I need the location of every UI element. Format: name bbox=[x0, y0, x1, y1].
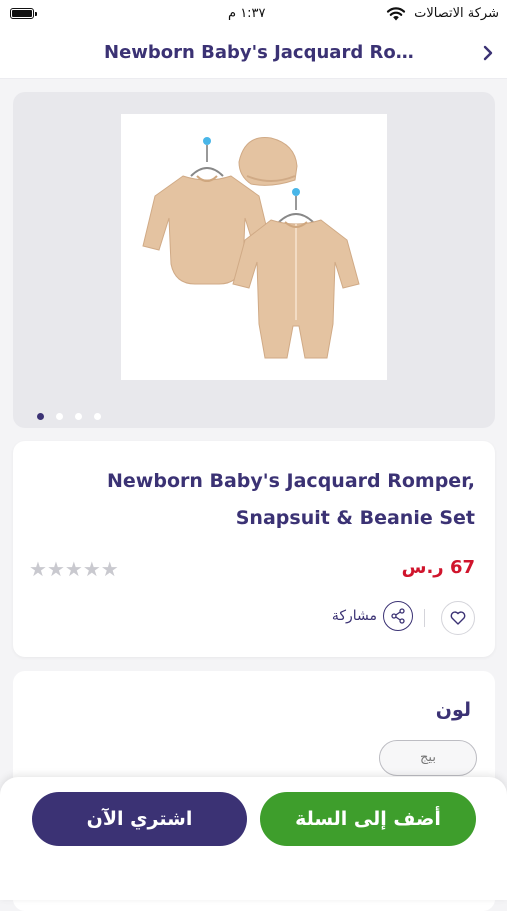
add-to-cart-button[interactable]: أضف إلى السلة bbox=[260, 792, 476, 846]
pagination-dot[interactable] bbox=[94, 413, 101, 420]
share-label: مشاركة bbox=[331, 608, 377, 624]
chevron-right-icon[interactable] bbox=[481, 44, 495, 62]
share-icon bbox=[391, 608, 405, 624]
product-title-line: Snapsuit & Beanie Set bbox=[235, 507, 475, 529]
pagination-dot[interactable] bbox=[37, 413, 44, 420]
heart-icon bbox=[450, 611, 466, 625]
star-icon: ★ bbox=[100, 557, 119, 581]
star-icon: ★ bbox=[29, 557, 47, 581]
product-title: Newborn Baby's Jacquard Romper, Snapsuit… bbox=[55, 463, 475, 537]
star-icon: ★ bbox=[46, 557, 65, 581]
status-bar: ١:٣٧ م شركة الاتصالات bbox=[0, 0, 507, 28]
rating-stars: ★★★★★ bbox=[29, 557, 119, 581]
pagination-dot[interactable] bbox=[75, 413, 82, 420]
battery-icon bbox=[10, 8, 37, 19]
product-info-card: Newborn Baby's Jacquard Romper, Snapsuit… bbox=[13, 441, 495, 657]
status-time: ١:٣٧ م bbox=[228, 6, 266, 21]
share-icon-circle bbox=[383, 601, 413, 631]
bottom-action-bar: اشتري الآن أضف إلى السلة bbox=[0, 777, 507, 900]
star-icon: ★ bbox=[64, 557, 83, 581]
pagination-dot[interactable] bbox=[56, 413, 63, 420]
product-title-line: Newborn Baby's Jacquard Romper, bbox=[107, 470, 475, 492]
star-icon: ★ bbox=[82, 557, 101, 581]
color-heading: لون bbox=[435, 699, 471, 721]
buy-now-button[interactable]: اشتري الآن bbox=[32, 792, 247, 846]
wifi-icon bbox=[386, 7, 406, 21]
baby-clothes-image bbox=[142, 137, 360, 359]
page-title: Newborn Baby's Jacquard Ro... bbox=[104, 42, 414, 63]
product-price: 67 ر.س bbox=[401, 557, 475, 578]
product-image-gallery[interactable] bbox=[13, 92, 495, 428]
gallery-pagination bbox=[37, 405, 113, 424]
carrier-name: شركة الاتصالات bbox=[414, 6, 499, 21]
color-option-button[interactable]: بيج bbox=[379, 740, 477, 776]
wishlist-button[interactable] bbox=[441, 601, 475, 635]
product-image[interactable] bbox=[121, 114, 387, 380]
divider bbox=[424, 609, 425, 627]
top-navigation: Newborn Baby's Jacquard Ro... bbox=[0, 28, 507, 79]
